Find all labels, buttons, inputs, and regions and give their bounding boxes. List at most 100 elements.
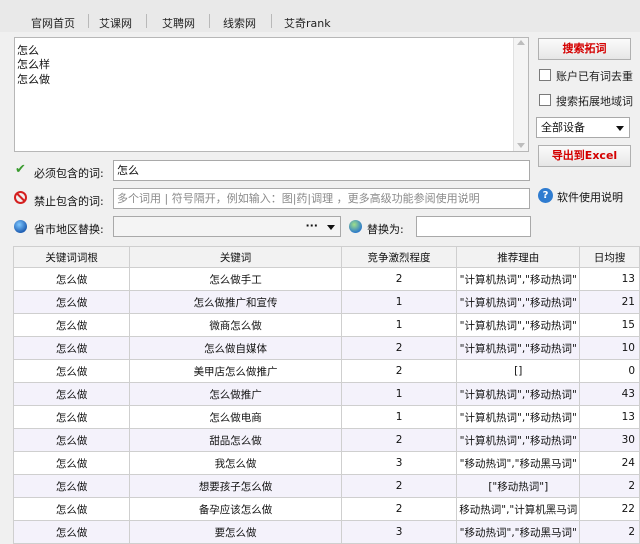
cell-daily-search: 15 xyxy=(579,313,640,337)
expand-region-checkbox[interactable] xyxy=(539,94,551,106)
table-row[interactable]: 怎么做 怎么做手工 2 "计算机热词","移动热词" 13 xyxy=(12,267,640,291)
cell-daily-search: 43 xyxy=(579,382,640,406)
cell-daily-search: 13 xyxy=(579,267,640,291)
scroll-up-icon[interactable] xyxy=(517,40,525,45)
nav-tab-aiqi-rank[interactable]: 艾奇rank xyxy=(284,15,331,31)
cell-daily-search: 10 xyxy=(579,336,640,360)
cell-daily-search: 21 xyxy=(579,290,640,314)
cell-reason: ["移动热词"] xyxy=(456,474,581,498)
globe-icon xyxy=(14,220,27,233)
table-row[interactable]: 怎么做 怎么做推广和宣传 1 "计算机热词","移动热词" 21 xyxy=(12,290,640,314)
cell-daily-search: 22 xyxy=(579,497,640,521)
table-row[interactable]: 怎么做 要怎么做 3 "移动热词","移动黑马词" 2 xyxy=(12,520,640,544)
cell-reason: "计算机热词","移动热词" xyxy=(456,313,581,337)
expand-region-label: 搜索拓展地域词 xyxy=(556,95,633,108)
table-row[interactable]: 怎么做 怎么做电商 1 "计算机热词","移动热词" 13 xyxy=(12,405,640,429)
region-select[interactable]: ··· xyxy=(113,216,341,237)
table-row[interactable]: 怎么做 我怎么做 3 "移动热词","移动黑马词" 24 xyxy=(12,451,640,475)
cell-reason: "计算机热词","移动热词" xyxy=(456,267,581,291)
column-header-daily-search[interactable]: 日均搜 xyxy=(579,246,640,268)
cell-root: 怎么做 xyxy=(12,405,131,429)
cell-keyword: 怎么做推广和宣传 xyxy=(129,290,342,314)
top-nav: 官网首页 艾课网 艾聘网 线索网 艾奇rank xyxy=(0,0,640,32)
cell-daily-search: 0 xyxy=(579,359,640,383)
cell-root: 怎么做 xyxy=(12,267,131,291)
results-table: 关键词词根 关键词 竞争激烈程度 推荐理由 日均搜 怎么做 怎么做手工 2 "计算机热… xyxy=(12,246,640,544)
table-row[interactable]: 怎么做 微商怎么做 1 "计算机热词","移动热词" 15 xyxy=(12,313,640,337)
column-header-root[interactable]: 关键词词根 xyxy=(12,246,131,268)
textarea-scrollbar[interactable] xyxy=(513,38,528,151)
cell-daily-search: 24 xyxy=(579,451,640,475)
nav-separator xyxy=(271,14,272,28)
table-row[interactable]: 怎么做 美甲店怎么做推广 2[] 0 xyxy=(12,359,640,383)
cell-keyword: 要怎么做 xyxy=(129,520,342,544)
table-header: 关键词词根 关键词 竞争激烈程度 推荐理由 日均搜 xyxy=(12,246,640,268)
seed-keywords-textarea[interactable]: 怎么 怎么样 怎么做 xyxy=(14,37,529,152)
cell-root: 怎么做 xyxy=(12,497,131,521)
column-header-competition[interactable]: 竞争激烈程度 xyxy=(340,246,458,268)
cell-competition: 2 xyxy=(340,497,458,521)
dedupe-checkbox[interactable] xyxy=(539,69,551,81)
chevron-down-icon[interactable] xyxy=(327,225,335,230)
nav-separator xyxy=(88,14,89,28)
nav-tab-aike[interactable]: 艾课网 xyxy=(99,15,132,31)
search-expand-button[interactable]: 搜索拓词 xyxy=(538,38,631,60)
cell-keyword: 想要孩子怎么做 xyxy=(129,474,342,498)
cell-keyword: 我怎么做 xyxy=(129,451,342,475)
cell-root: 怎么做 xyxy=(12,474,131,498)
cell-competition: 1 xyxy=(340,313,458,337)
device-select[interactable]: 全部设备 xyxy=(536,117,630,138)
cell-keyword: 美甲店怎么做推广 xyxy=(129,359,342,383)
help-link[interactable]: 软件使用说明 xyxy=(557,189,623,205)
export-excel-button[interactable]: 导出到Excel xyxy=(538,145,631,167)
cell-competition: 1 xyxy=(340,290,458,314)
cell-root: 怎么做 xyxy=(12,290,131,314)
exclude-label: 禁止包含的词: xyxy=(34,195,104,208)
cell-root: 怎么做 xyxy=(12,520,131,544)
device-select-value: 全部设备 xyxy=(541,121,585,134)
table-row[interactable]: 怎么做 备孕应该怎么做 2 移动热词","计算机黑马词 22 xyxy=(12,497,640,521)
cell-daily-search: 30 xyxy=(579,428,640,452)
cell-reason: "移动热词","移动黑马词" xyxy=(456,520,581,544)
nav-tab-xiansuo[interactable]: 线索网 xyxy=(223,15,256,31)
column-header-reason[interactable]: 推荐理由 xyxy=(456,246,581,268)
cell-root: 怎么做 xyxy=(12,359,131,383)
cell-keyword: 甜品怎么做 xyxy=(129,428,342,452)
cell-competition: 1 xyxy=(340,405,458,429)
cell-reason: "计算机热词","移动热词" xyxy=(456,336,581,360)
nav-tab-aipin[interactable]: 艾聘网 xyxy=(162,15,195,31)
globe-replace-icon xyxy=(349,220,362,233)
column-header-keyword[interactable]: 关键词 xyxy=(129,246,342,268)
cell-competition: 3 xyxy=(340,451,458,475)
chevron-down-icon xyxy=(616,126,624,131)
cell-competition: 1 xyxy=(340,382,458,406)
cell-keyword: 怎么做推广 xyxy=(129,382,342,406)
region-more-button[interactable]: ··· xyxy=(305,216,318,235)
cell-root: 怎么做 xyxy=(12,382,131,406)
cell-root: 怎么做 xyxy=(12,336,131,360)
replace-with-label: 替换为: xyxy=(367,223,404,236)
exclude-input[interactable]: 多个词用 | 符号隔开，例如输入：图|药|调理 ，更多高级功能参阅使用说明 xyxy=(113,188,530,209)
dedupe-label: 账户已有词去重 xyxy=(556,70,633,83)
table-row[interactable]: 怎么做 甜品怎么做 2 "计算机热词","移动热词" 30 xyxy=(12,428,640,452)
table-row[interactable]: 怎么做 想要孩子怎么做 2 ["移动热词"] 2 xyxy=(12,474,640,498)
cell-reason: "移动热词","移动黑马词" xyxy=(456,451,581,475)
cell-competition: 2 xyxy=(340,428,458,452)
cell-daily-search: 2 xyxy=(579,474,640,498)
replace-with-input[interactable] xyxy=(416,216,531,237)
cell-keyword: 备孕应该怎么做 xyxy=(129,497,342,521)
cell-root: 怎么做 xyxy=(12,313,131,337)
nav-tab-home[interactable]: 官网首页 xyxy=(31,15,75,31)
seed-keyword-line: 怎么做 xyxy=(17,73,50,86)
cell-keyword: 怎么做手工 xyxy=(129,267,342,291)
region-replace-label: 省市地区替换: xyxy=(34,223,104,236)
cell-daily-search: 2 xyxy=(579,520,640,544)
table-row[interactable]: 怎么做 怎么做自媒体 2 "计算机热词","移动热词" 10 xyxy=(12,336,640,360)
must-include-input[interactable]: 怎么 xyxy=(113,160,530,181)
help-icon[interactable]: ? xyxy=(538,188,553,203)
nav-separator xyxy=(209,14,210,28)
scroll-down-icon[interactable] xyxy=(517,143,525,148)
cell-daily-search: 13 xyxy=(579,405,640,429)
cell-reason: "计算机热词","移动热词" xyxy=(456,290,581,314)
table-row[interactable]: 怎么做 怎么做推广 1 "计算机热词","移动热词" 43 xyxy=(12,382,640,406)
